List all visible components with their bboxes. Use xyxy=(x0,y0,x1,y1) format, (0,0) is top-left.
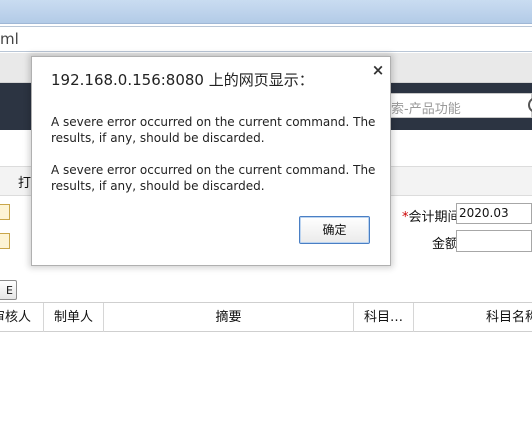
address-text: ml xyxy=(0,30,19,48)
period-input[interactable]: 2020.03 xyxy=(456,203,532,224)
dialog-message: A severe error occurred on the current c… xyxy=(51,163,376,193)
alert-dialog: 192.168.0.156:8080 上的网页显示： × A severe er… xyxy=(31,56,391,266)
column-header-preparer[interactable]: 制单人 xyxy=(44,303,104,332)
dialog-message: A severe error occurred on the current c… xyxy=(51,115,376,145)
period-label-text: 会计期间 xyxy=(408,210,461,225)
search-tool-icon[interactable] xyxy=(0,204,10,220)
dialog-title: 192.168.0.156:8080 上的网页显示： xyxy=(51,71,314,89)
column-header-account-code[interactable]: 科目… xyxy=(354,303,414,332)
toolbar-small-button[interactable]: E xyxy=(0,280,17,300)
browser-title-bar xyxy=(0,0,532,24)
column-header-summary[interactable]: 摘要 xyxy=(104,303,354,332)
search-placeholder: 索-产品功能 xyxy=(391,102,461,117)
period-label: *会计期间 xyxy=(402,206,461,225)
print-menu-item[interactable]: 打 xyxy=(18,172,31,191)
column-header-reviewer[interactable]: 审核人 xyxy=(0,303,44,332)
close-icon[interactable]: × xyxy=(371,63,385,78)
amount-label: 金额 xyxy=(432,237,459,252)
ok-button[interactable]: 确定 xyxy=(299,216,370,244)
amount-input[interactable] xyxy=(456,230,532,252)
column-header-account-name[interactable]: 科目名称 xyxy=(414,303,532,332)
grid-header: 审核人 制单人 摘要 科目… 科目名称 xyxy=(0,302,532,332)
address-bar[interactable]: ml xyxy=(0,26,532,52)
calendar-tool-icon[interactable] xyxy=(0,233,10,249)
